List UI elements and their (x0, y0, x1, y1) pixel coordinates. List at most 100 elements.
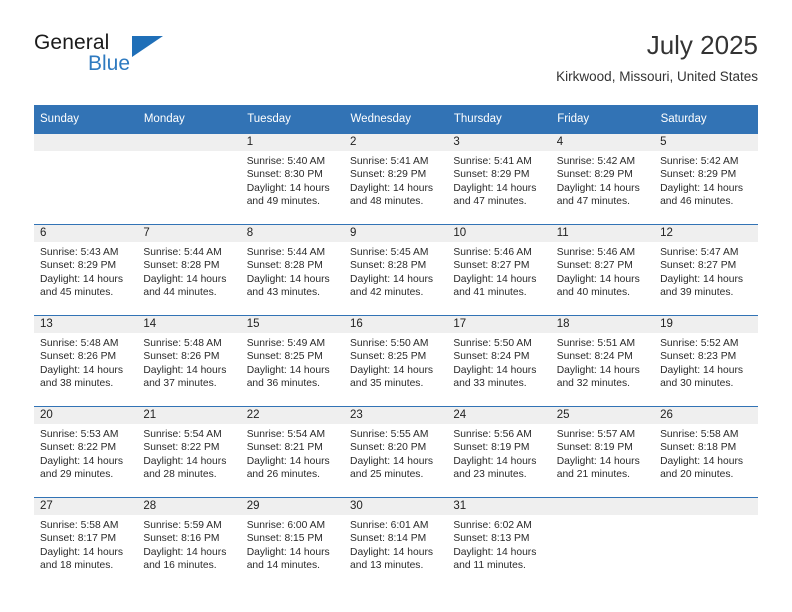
day-cell[interactable]: 21 Sunrise: 5:54 AM Sunset: 8:22 PM Dayl… (137, 406, 241, 498)
day-cell[interactable]: 6 Sunrise: 5:43 AM Sunset: 8:29 PM Dayli… (34, 224, 138, 316)
day-cell[interactable]: 30 Sunrise: 6:01 AM Sunset: 8:14 PM Dayl… (344, 497, 448, 588)
sunset-text: Sunset: 8:26 PM (40, 351, 117, 363)
daylight-text-line1: Daylight: 14 hours (556, 273, 640, 285)
day-cell[interactable] (654, 497, 758, 588)
day-info: Sunrise: 5:48 AM Sunset: 8:26 PM Dayligh… (137, 333, 240, 390)
day-number: 4 (550, 134, 655, 151)
day-cell[interactable]: 7 Sunrise: 5:44 AM Sunset: 8:28 PM Dayli… (137, 224, 241, 316)
day-cell[interactable] (137, 133, 241, 225)
day-info: Sunrise: 5:50 AM Sunset: 8:24 PM Dayligh… (447, 333, 550, 390)
sunrise-text: Sunrise: 5:49 AM (246, 338, 326, 349)
sunset-text: Sunset: 8:19 PM (453, 442, 530, 454)
day-cell-inner: 17 Sunrise: 5:50 AM Sunset: 8:24 PM Dayl… (447, 316, 551, 406)
day-cell[interactable]: 20 Sunrise: 5:53 AM Sunset: 8:22 PM Dayl… (34, 406, 138, 498)
daylight-text-line1: Daylight: 14 hours (40, 273, 123, 285)
day-cell[interactable]: 23 Sunrise: 5:55 AM Sunset: 8:20 PM Dayl… (344, 406, 448, 498)
sunrise-text: Sunrise: 5:52 AM (660, 338, 739, 349)
day-cell-inner: 20 Sunrise: 5:53 AM Sunset: 8:22 PM Dayl… (34, 407, 138, 497)
day-info: Sunrise: 5:55 AM Sunset: 8:20 PM Dayligh… (344, 424, 447, 481)
sunrise-text: Sunrise: 5:41 AM (453, 156, 532, 167)
day-info: Sunrise: 5:46 AM Sunset: 8:27 PM Dayligh… (447, 242, 550, 299)
day-cell[interactable]: 1 Sunrise: 5:40 AM Sunset: 8:30 PM Dayli… (240, 133, 345, 225)
day-cell[interactable]: 3 Sunrise: 5:41 AM Sunset: 8:29 PM Dayli… (447, 133, 551, 225)
day-cell[interactable]: 16 Sunrise: 5:50 AM Sunset: 8:25 PM Dayl… (344, 315, 448, 407)
day-cell-inner: 2 Sunrise: 5:41 AM Sunset: 8:29 PM Dayli… (344, 134, 448, 224)
daylight-text-line1: Daylight: 14 hours (453, 182, 537, 194)
day-cell[interactable]: 19 Sunrise: 5:52 AM Sunset: 8:23 PM Dayl… (654, 315, 758, 407)
daylight-text-line2: and 46 minutes. (660, 195, 734, 207)
day-cell-inner: 15 Sunrise: 5:49 AM Sunset: 8:25 PM Dayl… (240, 316, 345, 406)
day-info: Sunrise: 5:56 AM Sunset: 8:19 PM Dayligh… (447, 424, 550, 481)
day-number: 26 (654, 407, 758, 424)
day-number: 17 (447, 316, 551, 333)
day-cell[interactable]: 14 Sunrise: 5:48 AM Sunset: 8:26 PM Dayl… (137, 315, 241, 407)
day-info: Sunrise: 5:52 AM Sunset: 8:23 PM Dayligh… (654, 333, 757, 390)
day-cell-inner: 13 Sunrise: 5:48 AM Sunset: 8:26 PM Dayl… (34, 316, 138, 406)
day-cell[interactable]: 4 Sunrise: 5:42 AM Sunset: 8:29 PM Dayli… (550, 133, 655, 225)
day-cell[interactable]: 25 Sunrise: 5:57 AM Sunset: 8:19 PM Dayl… (550, 406, 655, 498)
sunset-text: Sunset: 8:25 PM (246, 351, 323, 363)
day-cell-inner: 21 Sunrise: 5:54 AM Sunset: 8:22 PM Dayl… (137, 407, 241, 497)
general-blue-logo: General Blue (34, 32, 234, 88)
day-info: Sunrise: 5:45 AM Sunset: 8:28 PM Dayligh… (344, 242, 447, 299)
sunset-text: Sunset: 8:21 PM (246, 442, 323, 454)
day-info (654, 515, 757, 519)
day-cell[interactable]: 28 Sunrise: 5:59 AM Sunset: 8:16 PM Dayl… (137, 497, 241, 588)
day-cell-inner (550, 498, 655, 588)
day-number: 11 (550, 225, 655, 242)
day-cell-inner (34, 134, 138, 224)
day-cell[interactable]: 18 Sunrise: 5:51 AM Sunset: 8:24 PM Dayl… (550, 315, 655, 407)
day-cell[interactable]: 11 Sunrise: 5:46 AM Sunset: 8:27 PM Dayl… (550, 224, 655, 316)
sunrise-text: Sunrise: 5:46 AM (453, 247, 532, 258)
sunset-text: Sunset: 8:23 PM (660, 351, 737, 363)
daylight-text-line2: and 30 minutes. (660, 377, 734, 389)
day-cell[interactable]: 9 Sunrise: 5:45 AM Sunset: 8:28 PM Dayli… (344, 224, 448, 316)
daylight-text-line2: and 41 minutes. (453, 286, 527, 298)
sunset-text: Sunset: 8:24 PM (453, 351, 530, 363)
sunrise-text: Sunrise: 5:51 AM (556, 338, 636, 349)
day-cell[interactable]: 17 Sunrise: 5:50 AM Sunset: 8:24 PM Dayl… (447, 315, 551, 407)
day-cell[interactable]: 26 Sunrise: 5:58 AM Sunset: 8:18 PM Dayl… (654, 406, 758, 498)
day-cell-inner: 11 Sunrise: 5:46 AM Sunset: 8:27 PM Dayl… (550, 225, 655, 315)
day-number: 6 (34, 225, 138, 242)
daylight-text-line1: Daylight: 14 hours (246, 364, 330, 376)
daylight-text-line2: and 21 minutes. (556, 468, 630, 480)
day-cell[interactable]: 15 Sunrise: 5:49 AM Sunset: 8:25 PM Dayl… (240, 315, 345, 407)
day-cell[interactable]: 22 Sunrise: 5:54 AM Sunset: 8:21 PM Dayl… (240, 406, 345, 498)
day-cell[interactable]: 24 Sunrise: 5:56 AM Sunset: 8:19 PM Dayl… (447, 406, 551, 498)
sunset-text: Sunset: 8:29 PM (350, 169, 427, 181)
day-cell[interactable]: 5 Sunrise: 5:42 AM Sunset: 8:29 PM Dayli… (654, 133, 758, 225)
day-cell[interactable] (34, 133, 138, 225)
day-cell-inner: 27 Sunrise: 5:58 AM Sunset: 8:17 PM Dayl… (34, 498, 138, 588)
day-cell[interactable]: 27 Sunrise: 5:58 AM Sunset: 8:17 PM Dayl… (34, 497, 138, 588)
location-subtitle: Kirkwood, Missouri, United States (556, 69, 758, 84)
daylight-text-line2: and 39 minutes. (660, 286, 734, 298)
day-cell[interactable]: 29 Sunrise: 6:00 AM Sunset: 8:15 PM Dayl… (240, 497, 345, 588)
day-number: 15 (240, 316, 345, 333)
daylight-text-line2: and 36 minutes. (246, 377, 320, 389)
day-cell[interactable]: 13 Sunrise: 5:48 AM Sunset: 8:26 PM Dayl… (34, 315, 138, 407)
day-info: Sunrise: 5:57 AM Sunset: 8:19 PM Dayligh… (551, 424, 654, 481)
day-number (137, 134, 241, 151)
day-number: 3 (447, 134, 551, 151)
sunset-text: Sunset: 8:13 PM (453, 533, 530, 545)
day-number: 8 (240, 225, 345, 242)
day-cell-inner: 6 Sunrise: 5:43 AM Sunset: 8:29 PM Dayli… (34, 225, 138, 315)
day-info: Sunrise: 5:44 AM Sunset: 8:28 PM Dayligh… (241, 242, 344, 299)
day-cell[interactable]: 2 Sunrise: 5:41 AM Sunset: 8:29 PM Dayli… (344, 133, 448, 225)
day-cell[interactable]: 31 Sunrise: 6:02 AM Sunset: 8:13 PM Dayl… (447, 497, 551, 588)
sunset-text: Sunset: 8:28 PM (350, 260, 427, 272)
day-cell-inner: 5 Sunrise: 5:42 AM Sunset: 8:29 PM Dayli… (654, 134, 758, 224)
day-info: Sunrise: 5:41 AM Sunset: 8:29 PM Dayligh… (344, 151, 447, 208)
day-number: 21 (137, 407, 241, 424)
daylight-text-line1: Daylight: 14 hours (453, 273, 537, 285)
sunset-text: Sunset: 8:16 PM (143, 533, 220, 545)
calendar-header-row-group: Sunday Monday Tuesday Wednesday Thursday… (34, 105, 759, 134)
day-cell[interactable] (550, 497, 655, 588)
day-cell[interactable]: 10 Sunrise: 5:46 AM Sunset: 8:27 PM Dayl… (447, 224, 551, 316)
day-cell[interactable]: 12 Sunrise: 5:47 AM Sunset: 8:27 PM Dayl… (654, 224, 758, 316)
day-info: Sunrise: 5:53 AM Sunset: 8:22 PM Dayligh… (34, 424, 137, 481)
day-cell[interactable]: 8 Sunrise: 5:44 AM Sunset: 8:28 PM Dayli… (240, 224, 345, 316)
day-number: 23 (344, 407, 448, 424)
day-cell-inner: 9 Sunrise: 5:45 AM Sunset: 8:28 PM Dayli… (344, 225, 448, 315)
